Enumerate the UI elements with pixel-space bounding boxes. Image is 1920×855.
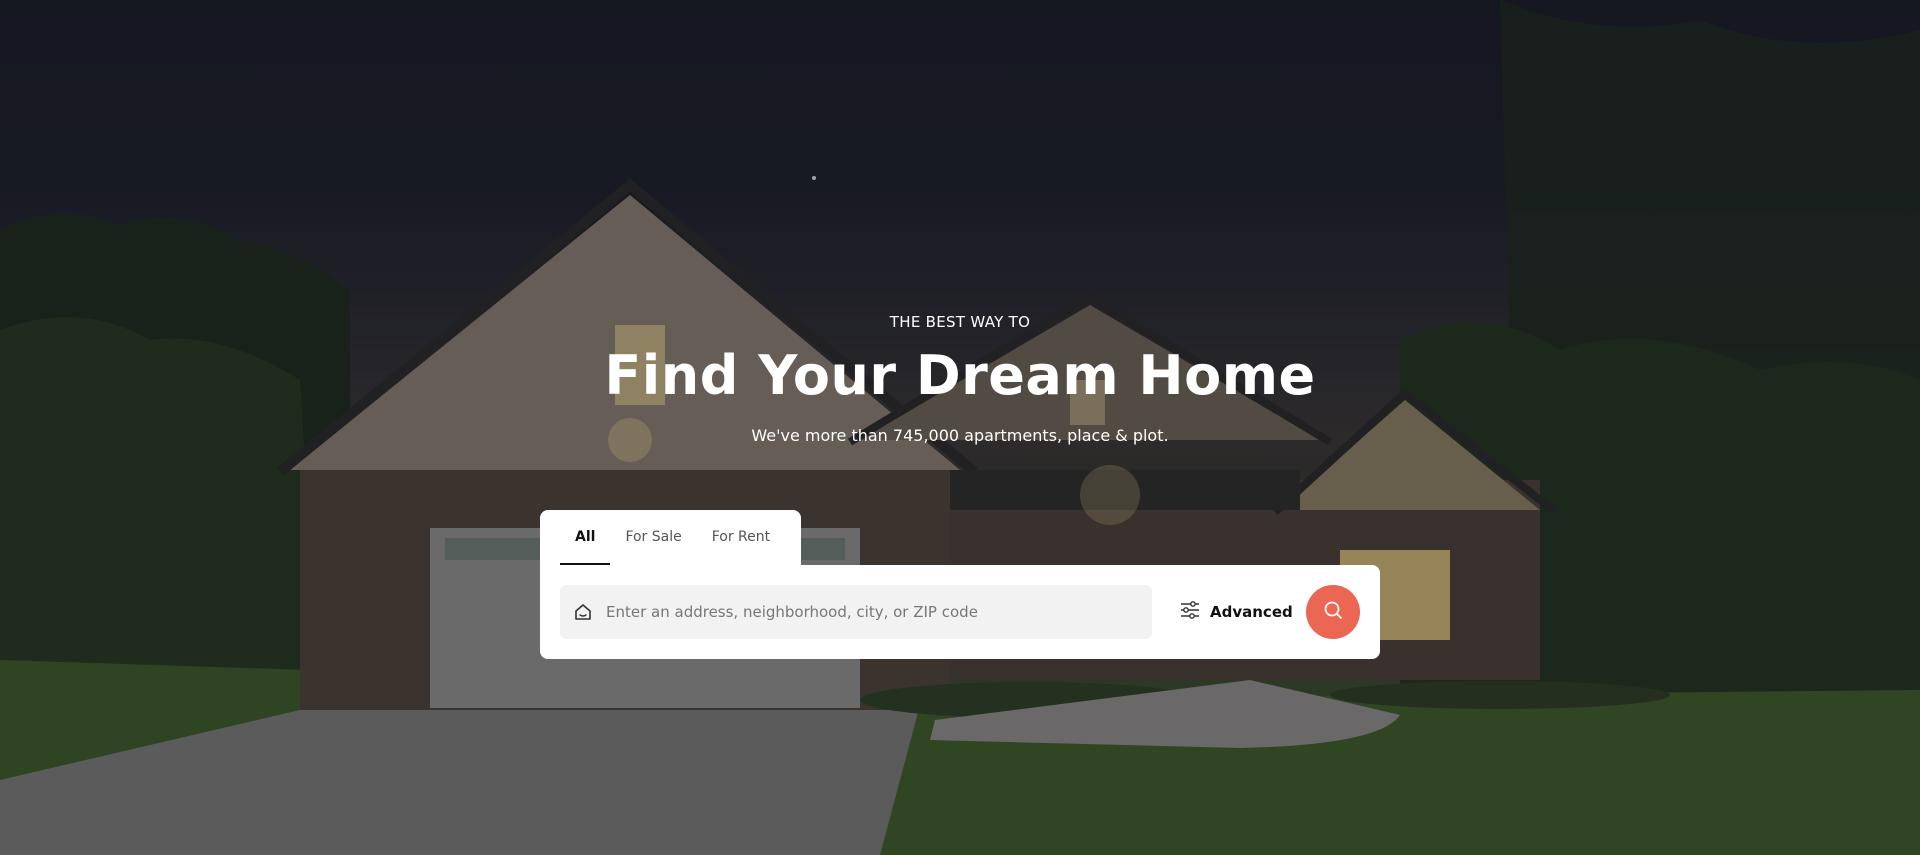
hero-title: Find Your Dream Home <box>604 344 1316 407</box>
tab-all[interactable]: All <box>560 510 611 565</box>
hero-section: THE BEST WAY TO Find Your Dream Home We'… <box>0 0 1920 855</box>
search-field[interactable] <box>560 585 1152 639</box>
search-button[interactable] <box>1306 585 1360 639</box>
sliders-icon <box>1180 601 1200 623</box>
tab-for-sale[interactable]: For Sale <box>610 510 696 565</box>
search-input[interactable] <box>604 602 1148 622</box>
search-panel: Advanced <box>540 565 1380 659</box>
search-icon <box>1322 599 1344 625</box>
home-icon <box>572 601 594 623</box>
hero-kicker: THE BEST WAY TO <box>889 313 1031 331</box>
advanced-button[interactable]: Advanced <box>1180 585 1293 639</box>
advanced-label: Advanced <box>1210 603 1293 621</box>
hero-subtitle: We've more than 745,000 apartments, plac… <box>751 426 1169 445</box>
tab-for-rent[interactable]: For Rent <box>697 510 785 565</box>
search-tabs: All For Sale For Rent <box>540 510 801 565</box>
